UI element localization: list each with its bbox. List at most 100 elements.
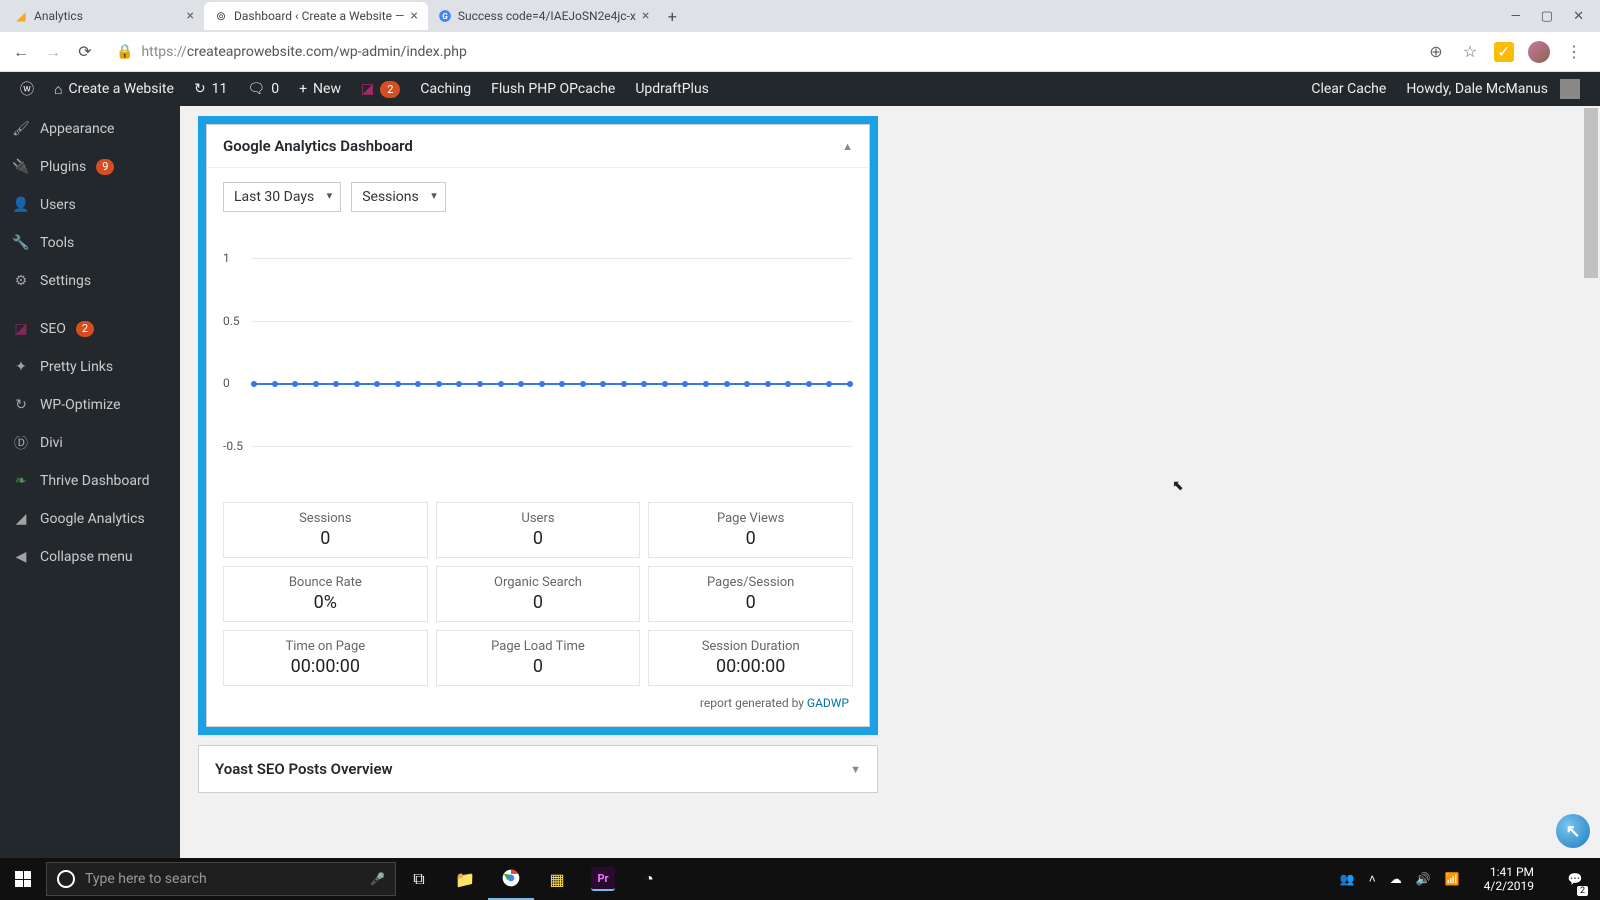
browser-tab-dashboard[interactable]: ⊚ Dashboard ‹ Create a Website — × [204, 2, 428, 30]
gadwp-link[interactable]: GADWP [807, 696, 849, 710]
menu-icon[interactable]: ⋮ [1564, 42, 1584, 62]
close-icon[interactable]: × [642, 8, 649, 24]
yoast-panel-header[interactable]: Yoast SEO Posts Overview ▼ [199, 746, 877, 792]
wp-logo[interactable]: ⓦ [10, 72, 44, 106]
start-button[interactable] [0, 858, 46, 900]
task-view-icon[interactable]: ⧉ [396, 858, 442, 900]
sessions-chart: 1 0.5 0 -0.5 [223, 228, 853, 478]
stat-label: Page Load Time [443, 639, 634, 654]
onedrive-icon[interactable]: ☁ [1390, 872, 1402, 886]
taskbar-search[interactable]: Type here to search 🎤 [46, 862, 396, 896]
profile-avatar[interactable] [1528, 41, 1550, 63]
browser-tab-google[interactable]: G Success code=4/IAEJoSN2e4jc-x × [428, 2, 660, 30]
notif-count: 2 [1577, 886, 1588, 896]
stat-label: Users [443, 511, 634, 526]
sidebar-item-divi[interactable]: ⒹDivi [0, 424, 180, 462]
site-name-link[interactable]: ⌂Create a Website [44, 72, 184, 106]
app-icon[interactable]: ◔ [626, 858, 672, 900]
premiere-icon[interactable]: Pr [591, 867, 615, 891]
sidebar-item-settings[interactable]: ⚙Settings [0, 262, 180, 300]
sidebar-item-tools[interactable]: 🔧Tools [0, 224, 180, 262]
plugins-badge: 9 [96, 159, 114, 175]
sidebar-item-collapse[interactable]: ◀Collapse menu [0, 538, 180, 576]
stat-page-load: Page Load Time 0 [436, 630, 641, 686]
sidebar-item-plugins[interactable]: 🔌Plugins9 [0, 148, 180, 186]
sticky-notes-icon[interactable]: ▦ [534, 858, 580, 900]
star-icon[interactable]: ☆ [1460, 42, 1480, 62]
sidebar-item-users[interactable]: 👤Users [0, 186, 180, 224]
sidebar-item-wpoptimize[interactable]: ↻WP-Optimize [0, 386, 180, 424]
close-icon[interactable]: × [410, 8, 417, 24]
stat-value: 0 [443, 656, 634, 677]
ytick: 1 [223, 251, 230, 265]
star-icon: ✦ [12, 358, 30, 376]
date-text: 4/2/2019 [1484, 879, 1534, 893]
chrome-icon[interactable] [488, 858, 534, 900]
analytics-icon: ◢ [14, 9, 28, 23]
sidebar-item-seo[interactable]: ◪SEO2 [0, 310, 180, 348]
updraft-link[interactable]: UpdraftPlus [625, 72, 719, 106]
updates-link[interactable]: ↻11 [184, 72, 237, 106]
caching-link[interactable]: Caching [410, 72, 481, 106]
file-explorer-icon[interactable]: 📁 [442, 858, 488, 900]
reload-button[interactable]: ⟳ [74, 41, 96, 63]
sidebar-label: Settings [40, 273, 91, 289]
wifi-icon[interactable]: 📶 [1445, 872, 1460, 886]
clear-cache-link[interactable]: Clear Cache [1301, 81, 1396, 97]
collapse-up-icon[interactable]: ▲ [842, 140, 853, 153]
cortana-icon [57, 870, 75, 888]
sidebar-item-prettylinks[interactable]: ✦Pretty Links [0, 348, 180, 386]
ytick: 0 [223, 376, 230, 390]
browser-tab-analytics[interactable]: ◢ Analytics × [4, 2, 204, 30]
windows-taskbar: Type here to search 🎤 ⧉ 📁 ▦ Pr ◔ 👥 ˄ ☁ 🔊… [0, 858, 1600, 900]
stat-label: Session Duration [655, 639, 846, 654]
sidebar-label: Collapse menu [40, 549, 133, 565]
flush-link[interactable]: Flush PHP OPcache [481, 72, 625, 106]
stat-label: Time on Page [230, 639, 421, 654]
forward-button[interactable]: → [42, 41, 64, 63]
close-icon[interactable]: × [187, 8, 194, 24]
tray-chevron-icon[interactable]: ˄ [1369, 872, 1376, 886]
sidebar-item-thrive[interactable]: ❧Thrive Dashboard [0, 462, 180, 500]
chart-icon: ◢ [12, 510, 30, 528]
sidebar-label: Plugins [40, 159, 86, 175]
sidebar-item-google-analytics[interactable]: ◢Google Analytics [0, 500, 180, 538]
browser-toolbar: ← → ⟳ 🔒 https://createaprowebsite.com/wp… [0, 32, 1600, 72]
close-window-icon[interactable]: ✕ [1573, 9, 1584, 24]
stat-label: Bounce Rate [230, 575, 421, 590]
address-bar[interactable]: 🔒 https://createaprowebsite.com/wp-admin… [106, 44, 1416, 60]
back-button[interactable]: ← [10, 41, 32, 63]
tab-title: Dashboard ‹ Create a Website — [234, 9, 404, 23]
metric-select[interactable]: Sessions [351, 182, 446, 212]
volume-icon[interactable]: 🔊 [1416, 872, 1431, 886]
howdy-link[interactable]: Howdy, Dale McManus [1396, 79, 1590, 99]
url-text: createaprowebsite.com/wp-admin/index.php [187, 44, 467, 60]
chevron-down-icon[interactable]: ▼ [850, 763, 861, 776]
mic-icon[interactable]: 🎤 [370, 872, 385, 886]
stat-session-duration: Session Duration 00:00:00 [648, 630, 853, 686]
stat-value: 00:00:00 [655, 656, 846, 677]
people-icon[interactable]: 👥 [1340, 872, 1355, 886]
sidebar-item-appearance[interactable]: 🖌Appearance [0, 110, 180, 148]
url-protocol: https:// [141, 44, 186, 60]
comments-link[interactable]: 🗨0 [237, 72, 289, 106]
date-range-select[interactable]: Last 30 Days [223, 182, 341, 212]
zoom-icon[interactable]: ⊕ [1426, 42, 1446, 62]
page-scrollbar[interactable] [1584, 108, 1598, 856]
new-tab-button[interactable]: + [659, 3, 685, 29]
maximize-icon[interactable]: ▢ [1541, 9, 1553, 24]
yoast-link[interactable]: ◪2 [351, 72, 410, 106]
ga-panel-header[interactable]: Google Analytics Dashboard ▲ [207, 125, 869, 168]
extension-icon[interactable]: ✓ [1494, 42, 1514, 62]
range-value: Last 30 Days [234, 189, 314, 205]
new-link[interactable]: +New [289, 72, 351, 106]
ytick: 0.5 [223, 314, 240, 328]
taskbar-clock[interactable]: 1:41 PM 4/2/2019 [1474, 865, 1544, 894]
sidebar-label: Thrive Dashboard [40, 473, 150, 489]
tab-title: Analytics [34, 9, 83, 23]
caching-label: Caching [420, 81, 471, 97]
action-center-icon[interactable]: 💬2 [1558, 858, 1592, 900]
minimize-icon[interactable]: — [1511, 9, 1521, 24]
stat-label: Organic Search [443, 575, 634, 590]
sidebar-label: SEO [40, 321, 66, 337]
